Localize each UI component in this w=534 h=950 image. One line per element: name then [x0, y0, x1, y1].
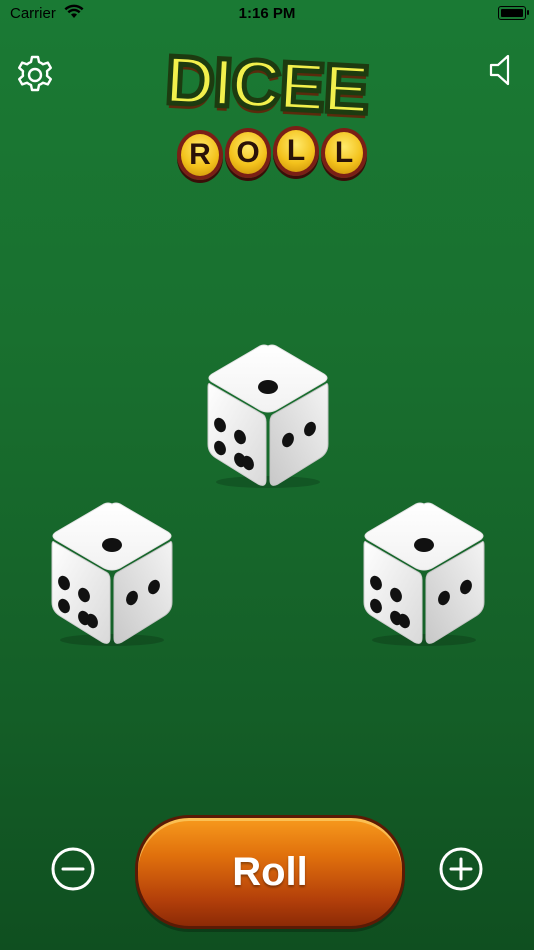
die-shadow [372, 634, 476, 646]
die-shadow [216, 476, 320, 488]
logo-letter: R [177, 130, 223, 180]
die-pip [102, 538, 122, 552]
battery-icon [498, 6, 529, 20]
minus-circle-icon [51, 847, 95, 891]
die-pip [258, 380, 278, 394]
plus-circle-icon [439, 847, 483, 891]
die-pip [414, 538, 434, 552]
die-top[interactable] [198, 340, 338, 490]
logo-subtitle: R O L L [177, 126, 367, 180]
logo-letter: L [273, 126, 319, 176]
settings-button[interactable] [14, 54, 56, 96]
status-bar: Carrier 1:16 PM [0, 0, 534, 28]
gear-icon [18, 55, 52, 92]
logo-top: DICEE [125, 39, 410, 135]
clock: 1:16 PM [238, 5, 296, 22]
logo-letter: L [321, 128, 367, 178]
logo-letter: O [225, 128, 271, 178]
die-right[interactable] [354, 498, 494, 648]
logo-title: DICEE [161, 39, 373, 131]
decrease-dice-button[interactable] [50, 846, 96, 892]
die-left[interactable] [42, 498, 182, 648]
app-logo: DICEE R O L L [125, 39, 410, 180]
increase-dice-button[interactable] [438, 846, 484, 892]
die-shadow [60, 634, 164, 646]
roll-button-label: Roll [232, 849, 308, 894]
roll-button[interactable]: Roll [135, 815, 405, 929]
sound-button[interactable] [486, 52, 520, 88]
speaker-icon [489, 54, 510, 86]
